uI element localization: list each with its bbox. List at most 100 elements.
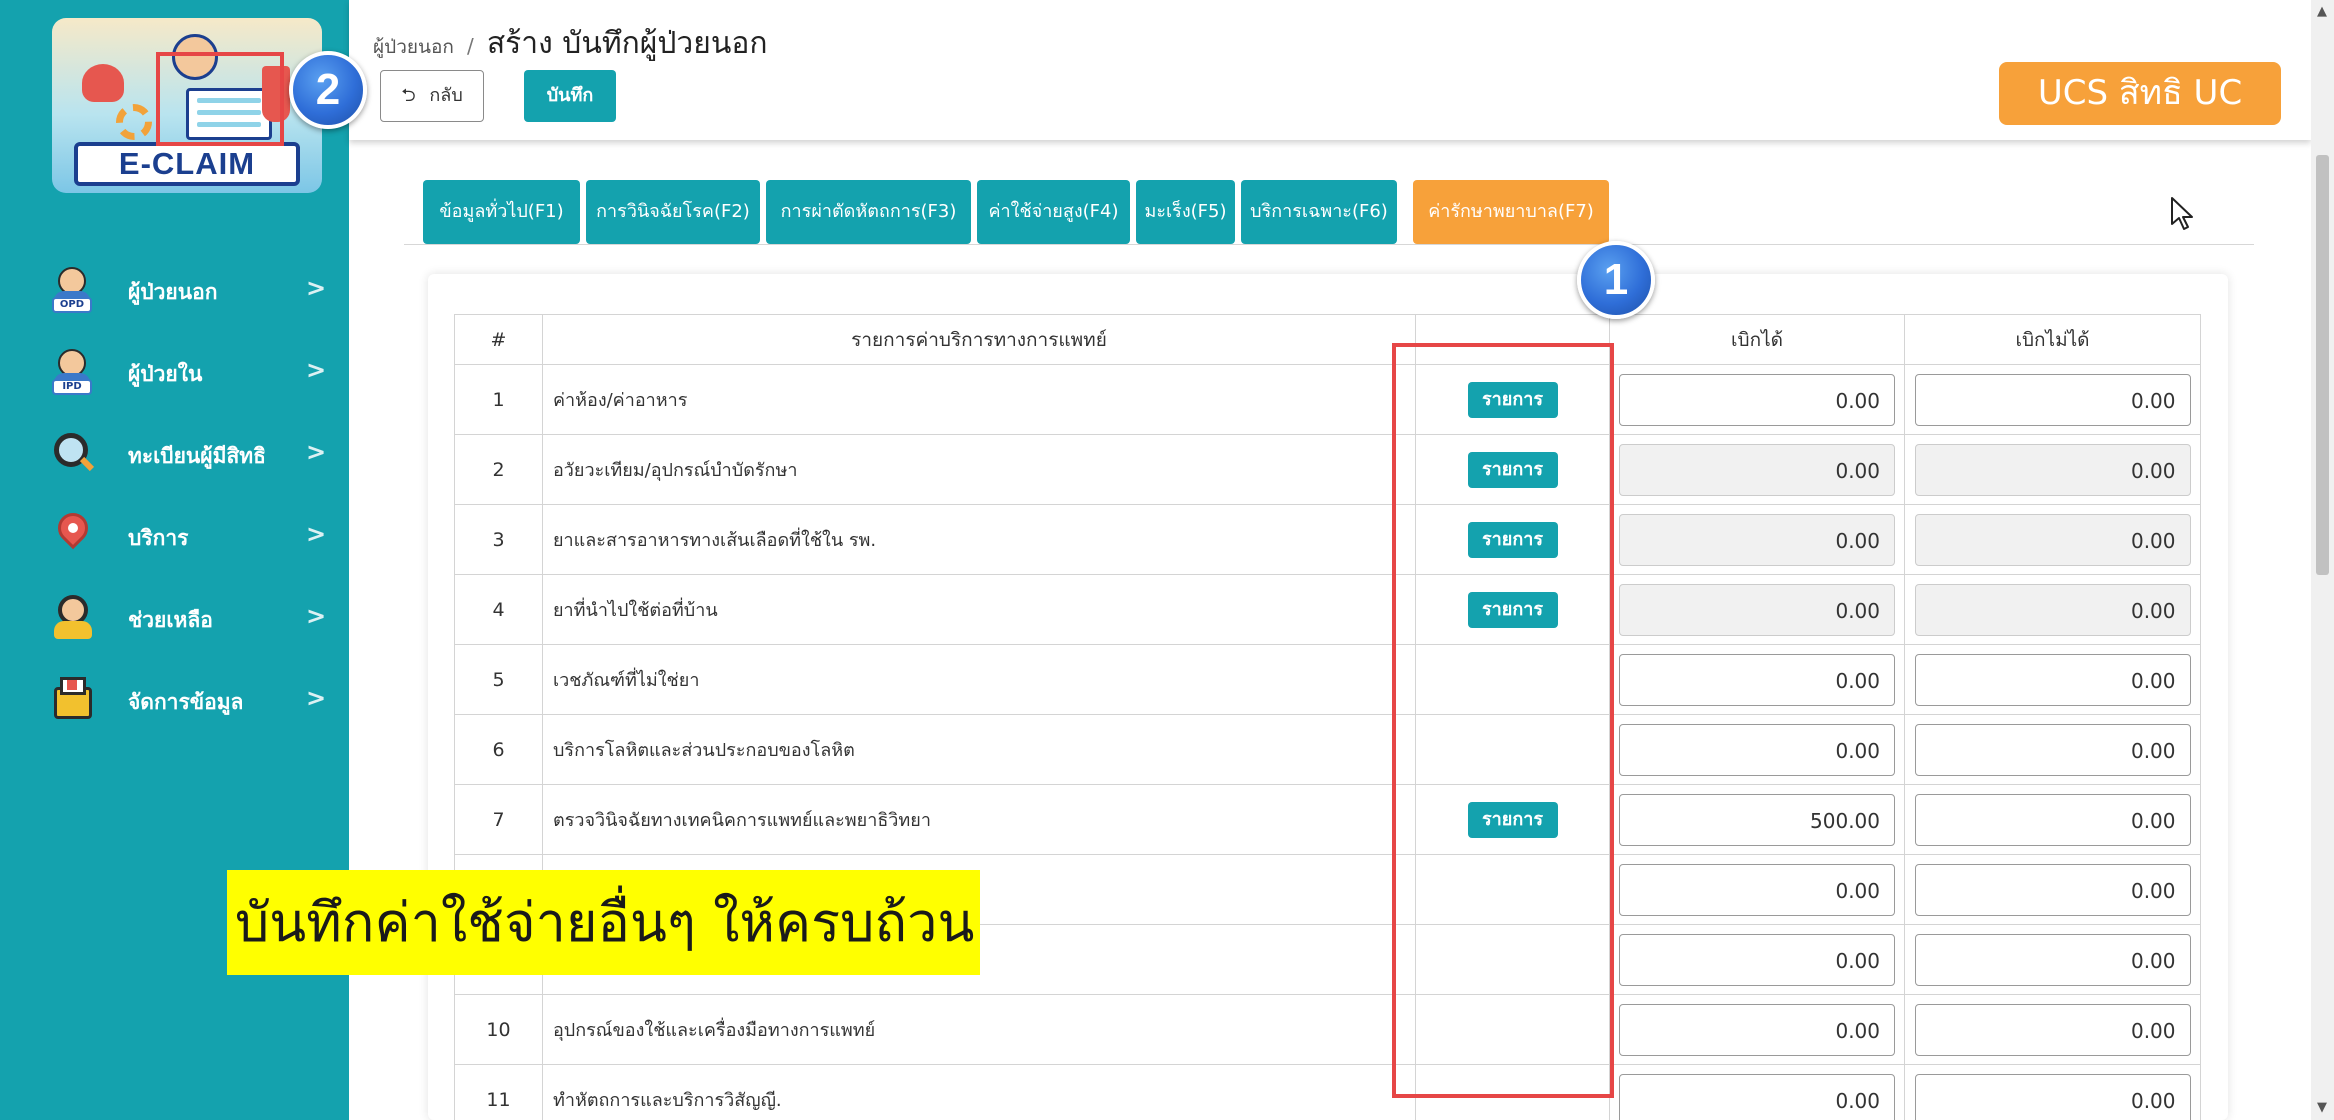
sidebar-item-services[interactable]: บริการ > — [0, 506, 349, 568]
claimable-cell: 0.00 — [1609, 854, 1905, 925]
claimable-cell: 0.00 — [1609, 504, 1905, 575]
row-item-name: ค่าห้อง/ค่าอาหาร — [542, 364, 1416, 435]
table-row: 5 เวชภัณฑ์ที่ไม่ใช่ยา 0.00 0.00 — [454, 644, 2201, 715]
row-number: 11 — [454, 1064, 543, 1120]
page-header: ผู้ป่วยนอก / สร้าง บันทึกผู้ป่วยนอก ⮌ กล… — [349, 0, 2311, 140]
tab-medical-fees[interactable]: ค่ารักษาพยาบาล(F7) — [1413, 180, 1609, 244]
back-button[interactable]: ⮌ กลับ — [380, 70, 484, 122]
tab-divider — [404, 244, 2254, 245]
row-item-name: ยาที่นำไปใช้ต่อที่บ้าน — [542, 574, 1416, 645]
row-item-name: อวัยวะเทียม/อุปกรณ์บำบัดรักษา — [542, 434, 1416, 505]
sidebar-item-help[interactable]: ช่วยเหลือ > — [0, 590, 349, 650]
claimable-input[interactable]: 0.00 — [1619, 933, 1895, 986]
non-claimable-input[interactable]: 0.00 — [1914, 1073, 2191, 1120]
claimable-input[interactable]: 500.00 — [1619, 793, 1895, 846]
sidebar-item-label: จัดการข้อมูล — [128, 690, 244, 714]
chevron-right-icon: > — [306, 602, 327, 630]
table-row: 2 อวัยวะเทียม/อุปกรณ์บำบัดรักษา รายการ 0… — [454, 434, 2201, 505]
non-claimable-cell: 0.00 — [1904, 574, 2201, 645]
col-header-claimable: เบิกได้ — [1609, 314, 1905, 365]
sidebar-item-registry[interactable]: ทะเบียนผู้มีสิทธิ > — [0, 426, 349, 486]
highlight-save-button — [156, 52, 284, 146]
non-claimable-input[interactable]: 0.00 — [1914, 863, 2191, 916]
claimable-input[interactable]: 0.00 — [1619, 863, 1895, 916]
fees-table: # รายการค่าบริการทางการแพทย์ เบิกได้ เบิ… — [454, 314, 2201, 1120]
non-claimable-cell: 0.00 — [1904, 364, 2201, 435]
logo-heart-icon — [82, 64, 124, 102]
claimable-cell: 0.00 — [1609, 714, 1905, 785]
claimable-input[interactable]: 0.00 — [1619, 653, 1895, 706]
col-header-number: # — [454, 314, 543, 365]
row-item-name: ตรวจวินิจฉัยทางเทคนิคการแพทย์และพยาธิวิท… — [542, 784, 1416, 855]
claimable-cell: 500.00 — [1609, 784, 1905, 855]
save-button[interactable]: บันทึก — [524, 70, 616, 122]
chevron-right-icon: > — [306, 684, 327, 712]
step-badge-1: 1 — [1577, 241, 1655, 319]
non-claimable-cell: 0.00 — [1904, 644, 2201, 715]
non-claimable-input[interactable]: 0.00 — [1914, 1003, 2191, 1056]
claimable-input[interactable]: 0.00 — [1619, 723, 1895, 776]
sidebar-item-label: ผู้ป่วยใน — [128, 362, 203, 386]
row-number: 7 — [454, 784, 543, 855]
scroll-up-arrow-icon[interactable]: ▲ — [2317, 4, 2327, 19]
claimable-cell: 0.00 — [1609, 994, 1905, 1065]
non-claimable-input[interactable]: 0.00 — [1914, 653, 2191, 706]
breadcrumb-parent-link[interactable]: ผู้ป่วยนอก — [373, 36, 454, 58]
row-number: 5 — [454, 644, 543, 715]
tab-high-cost[interactable]: ค่าใช้จ่ายสูง(F4) — [977, 180, 1130, 244]
registry-search-icon — [52, 431, 95, 477]
non-claimable-cell: 0.00 — [1904, 434, 2201, 505]
col-header-item: รายการค่าบริการทางการแพทย์ — [542, 314, 1416, 365]
mouse-cursor-icon — [2171, 197, 2193, 230]
sidebar-item-label: ผู้ป่วยนอก — [128, 280, 218, 304]
non-claimable-cell: 0.00 — [1904, 994, 2201, 1065]
tab-cancer[interactable]: มะเร็ง(F5) — [1136, 180, 1235, 244]
non-claimable-input[interactable]: 0.00 — [1914, 933, 2191, 986]
non-claimable-cell: 0.00 — [1904, 784, 2201, 855]
non-claimable-cell: 0.00 — [1904, 1064, 2201, 1120]
step-badge-2: 2 — [289, 51, 367, 129]
claimable-input[interactable]: 0.00 — [1619, 1073, 1895, 1120]
scroll-down-arrow-icon[interactable]: ▼ — [2317, 1100, 2327, 1115]
row-item-name: บริการโลหิตและส่วนประกอบของโลหิต — [542, 714, 1416, 785]
instruction-callout-text: บันทึกค่าใช้จ่ายอื่นๆ ให้ครบถ้วน — [235, 891, 975, 954]
sidebar-item-data-manage[interactable]: จัดการข้อมูล > — [0, 672, 349, 732]
row-number: 1 — [454, 364, 543, 435]
chevron-right-icon: > — [306, 274, 327, 302]
non-claimable-input[interactable]: 0.00 — [1914, 793, 2191, 846]
non-claimable-cell: 0.00 — [1904, 924, 2201, 995]
table-row: 3 ยาและสารอาหารทางเส้นเลือดที่ใช้ใน รพ. … — [454, 504, 2201, 575]
chevron-right-icon: > — [306, 356, 327, 384]
back-arrow-icon: ⮌ — [401, 85, 416, 106]
coverage-badge: UCS สิทธิ UC — [1999, 62, 2281, 125]
tab-special-service[interactable]: บริการเฉพาะ(F6) — [1241, 180, 1397, 244]
tab-diagnosis[interactable]: การวินิจฉัยโรค(F2) — [586, 180, 760, 244]
non-claimable-input: 0.00 — [1914, 443, 2191, 496]
claimable-cell: 0.00 — [1609, 574, 1905, 645]
chevron-right-icon: > — [306, 520, 327, 548]
sidebar-item-opd[interactable]: OPD ผู้ป่วยนอก > — [0, 262, 349, 322]
non-claimable-input[interactable]: 0.00 — [1914, 373, 2191, 426]
row-number: 6 — [454, 714, 543, 785]
row-item-name: เวชภัณฑ์ที่ไม่ใช่ยา — [542, 644, 1416, 715]
breadcrumb: ผู้ป่วยนอก / สร้าง บันทึกผู้ป่วยนอก — [373, 20, 768, 67]
claimable-input: 0.00 — [1619, 443, 1895, 496]
non-claimable-cell: 0.00 — [1904, 854, 2201, 925]
back-button-label: กลับ — [429, 85, 463, 106]
claimable-input[interactable]: 0.00 — [1619, 373, 1895, 426]
page-scrollbar[interactable]: ▲ ▼ — [2311, 0, 2334, 1120]
table-row: 4 ยาที่นำไปใช้ต่อที่บ้าน รายการ 0.00 0.0… — [454, 574, 2201, 645]
scrollbar-thumb[interactable] — [2316, 155, 2329, 575]
app-root: E-CLAIM OPD ผู้ป่วยนอก > IPD ผู้ป่วยใน > — [0, 0, 2334, 1120]
claimable-input: 0.00 — [1619, 513, 1895, 566]
non-claimable-input: 0.00 — [1914, 513, 2191, 566]
sidebar-item-ipd[interactable]: IPD ผู้ป่วยใน > — [0, 344, 349, 404]
highlight-items-column — [1392, 343, 1614, 1098]
col-header-non-claimable: เบิกไม่ได้ — [1904, 314, 2201, 365]
logo-text: E-CLAIM — [118, 146, 256, 181]
claimable-cell: 0.00 — [1609, 1064, 1905, 1120]
claimable-input[interactable]: 0.00 — [1619, 1003, 1895, 1056]
tab-procedure[interactable]: การผ่าตัดหัตถการ(F3) — [766, 180, 971, 244]
non-claimable-input[interactable]: 0.00 — [1914, 723, 2191, 776]
tab-general[interactable]: ข้อมูลทั่วไป(F1) — [423, 180, 580, 244]
